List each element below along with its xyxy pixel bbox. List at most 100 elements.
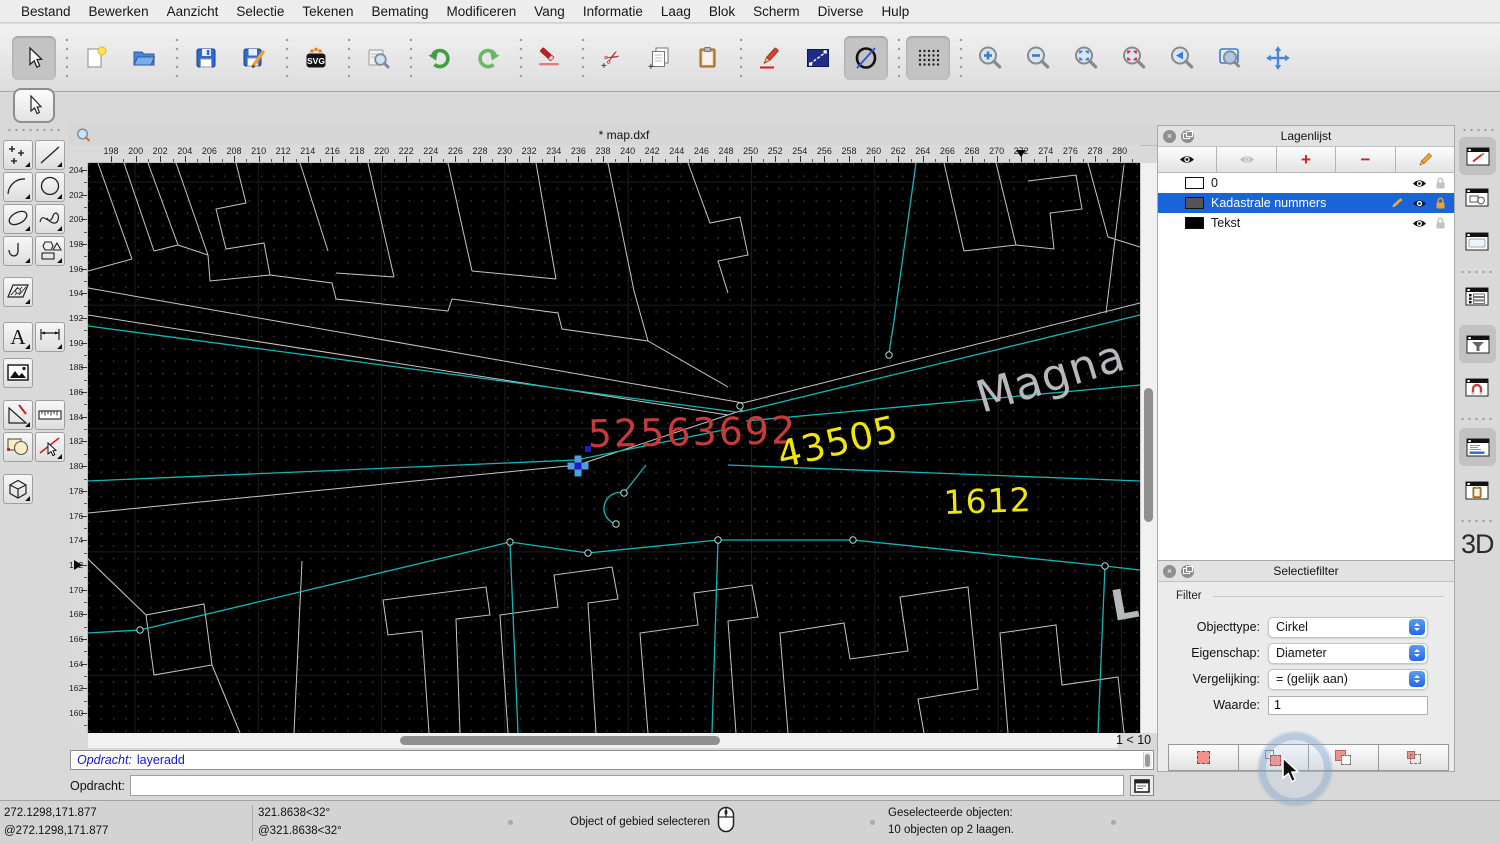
spline-tool[interactable] [35,204,65,234]
add-layer-button[interactable]: + [1277,147,1336,172]
save-as-button[interactable] [232,36,276,80]
command-palette-button[interactable] [1459,428,1496,466]
select-tool-button[interactable] [12,36,56,80]
horizontal-scrollbar[interactable] [88,733,1118,748]
zoom-in-button[interactable] [968,36,1012,80]
redo-button[interactable] [466,36,510,80]
waarde-input[interactable] [1268,696,1428,715]
show-all-layers-button[interactable] [1158,147,1217,172]
layer-visible-icon[interactable] [1412,178,1427,189]
text-tool[interactable]: A [3,322,33,352]
cut-button[interactable]: ✂+ [590,36,634,80]
history-scrollbar[interactable] [1143,752,1152,768]
menu-scherm[interactable]: Scherm [744,4,809,19]
pen-palette-button[interactable] [1459,137,1496,175]
layer-list-palette-button[interactable] [1462,282,1492,310]
layer-edit-icon[interactable] [1390,197,1404,210]
palette-handle[interactable] [6,128,62,132]
clipboard-palette-button[interactable] [1462,476,1492,504]
vertical-scrollbar-thumb[interactable] [1144,388,1153,522]
close-icon[interactable]: × [1163,565,1176,578]
zoom-selection-button[interactable] [1112,36,1156,80]
pan-button[interactable] [1256,36,1300,80]
drafting-tool[interactable] [3,400,33,430]
collapse-icon[interactable] [1181,565,1194,578]
menu-diverse[interactable]: Diverse [809,4,873,19]
circle-attributes-button[interactable] [844,36,888,80]
menu-selectie[interactable]: Selectie [227,4,293,19]
filter-panel-header[interactable]: × Selectiefilter [1158,561,1454,582]
history-scrollbar-thumb[interactable] [1145,754,1150,767]
vergelijking-select[interactable]: = (gelijk aan) [1268,669,1428,690]
layer-row-selected[interactable]: Kadastrale nummers [1158,193,1454,213]
boolean-tool[interactable] [3,432,33,462]
menu-informatie[interactable]: Informatie [574,4,652,19]
paste-button[interactable] [686,36,730,80]
layer-color-swatch[interactable] [1185,217,1204,229]
layer-color-swatch[interactable] [1185,197,1204,209]
layer-color-swatch[interactable] [1185,177,1204,189]
polyline-tool[interactable] [3,236,33,266]
menu-bestand[interactable]: Bestand [12,4,80,19]
hatch-tool[interactable] [3,277,33,307]
new-file-button[interactable] [74,36,118,80]
select-new-button[interactable] [1169,745,1239,770]
3d-palette-button[interactable]: 3D [1461,529,1494,560]
layer-visible-icon[interactable] [1412,198,1427,209]
delete-button[interactable] [528,36,572,80]
snap-palette-button[interactable] [1462,373,1492,401]
layer-row[interactable]: 0 [1158,173,1454,193]
zoom-fit-button[interactable] [1064,36,1108,80]
draw-attributes-button[interactable] [748,36,792,80]
menu-vang[interactable]: Vang [525,4,574,19]
zoom-out-button[interactable] [1016,36,1060,80]
circle-tool[interactable] [35,172,65,202]
blank-palette-button[interactable] [1462,227,1492,255]
edit-layer-button[interactable] [1396,147,1454,172]
menu-laag[interactable]: Laag [652,4,700,19]
measure-tool[interactable] [35,400,65,430]
zoom-window-button[interactable] [1208,36,1252,80]
remove-layer-button[interactable]: − [1336,147,1395,172]
menu-tekenen[interactable]: Tekenen [293,4,362,19]
drawing-canvas[interactable]: 52563692435051612Magna AL [88,163,1140,733]
palette-select-tool[interactable] [13,88,55,123]
layer-lock-icon[interactable] [1435,177,1446,189]
selection-filter-palette-button[interactable] [1459,325,1496,363]
open-file-button[interactable] [122,36,166,80]
shapes-palette-button[interactable] [1462,183,1492,211]
document-window-titlebar[interactable]: * map.dxf [68,125,1157,146]
objecttype-select[interactable]: Cirkel [1268,617,1428,638]
image-tool[interactable] [3,358,33,388]
line-attributes-button[interactable] [796,36,840,80]
strip-handle[interactable] [1461,128,1495,132]
layers-panel-header[interactable]: × Lagenlijst [1158,126,1454,147]
eigenschap-select[interactable]: Diameter [1268,643,1428,664]
collapse-icon[interactable] [1181,130,1194,143]
undo-button[interactable] [418,36,462,80]
intersect-selection-button[interactable] [1379,745,1448,770]
export-svg-button[interactable]: SVG [294,36,338,80]
points-tool[interactable] [3,140,33,170]
vertical-scrollbar[interactable] [1140,163,1157,733]
command-window-button[interactable] [1130,775,1154,796]
horizontal-scrollbar-thumb[interactable] [400,736,720,745]
menu-aanzicht[interactable]: Aanzicht [158,4,228,19]
close-icon[interactable]: × [1163,130,1176,143]
command-input[interactable] [130,775,1124,796]
line-tool[interactable] [35,140,65,170]
polygon-tool[interactable] [35,236,65,266]
save-file-button[interactable] [184,36,228,80]
layer-row[interactable]: Tekst [1158,213,1454,233]
menu-hulp[interactable]: Hulp [872,4,918,19]
trim-tool[interactable] [35,432,65,462]
menu-bewerken[interactable]: Bewerken [80,4,158,19]
ellipse-tool[interactable] [3,204,33,234]
zoom-previous-button[interactable] [1160,36,1204,80]
layer-visible-icon[interactable] [1412,218,1427,229]
menu-bemating[interactable]: Bemating [362,4,437,19]
layer-lock-icon[interactable] [1435,197,1446,209]
box3d-tool[interactable] [3,474,33,504]
menu-blok[interactable]: Blok [700,4,744,19]
print-preview-button[interactable] [356,36,400,80]
